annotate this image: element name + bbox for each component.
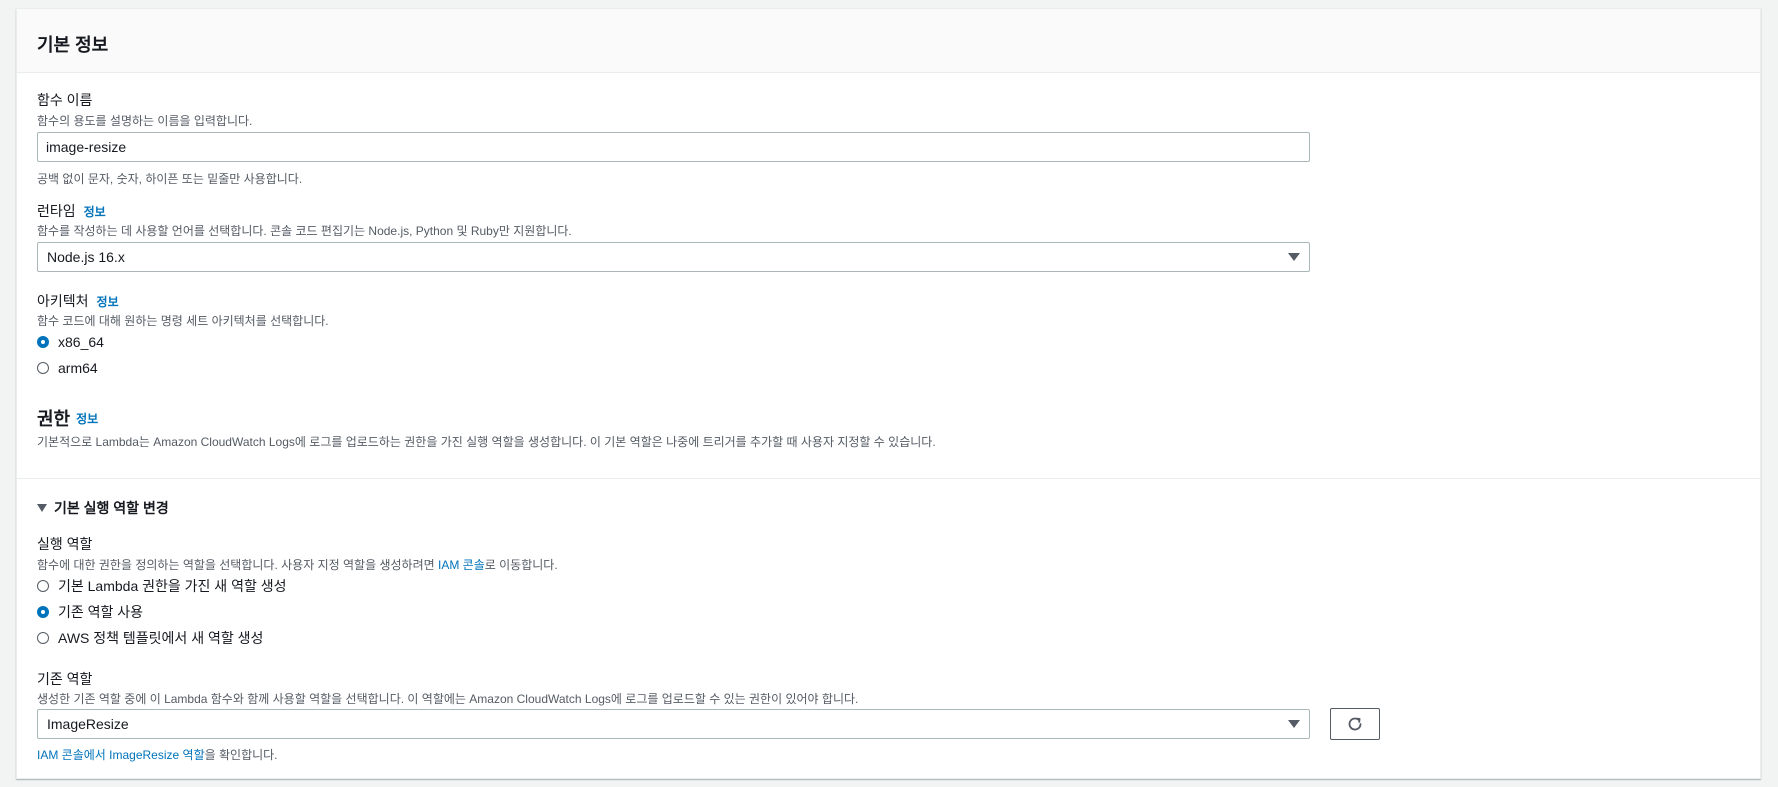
change-execution-role-label: 기본 실행 역할 변경: [54, 500, 169, 516]
radio-unchecked-icon: [37, 632, 49, 644]
architecture-description: 함수 코드에 대해 원하는 명령 세트 아키텍처를 선택합니다.: [37, 314, 329, 328]
architecture-option-arm64[interactable]: arm64: [37, 358, 98, 378]
execution-role-description-text: 함수에 대한 권한을 정의하는 역할을 선택합니다. 사용자 지정 역할을 생성…: [37, 558, 438, 572]
panel-title: 기본 정보: [37, 35, 109, 55]
function-name-hint: 공백 없이 문자, 숫자, 하이픈 또는 밑줄만 사용합니다.: [37, 172, 303, 186]
execution-role-description-suffix: 로 이동합니다.: [484, 558, 558, 572]
basic-info-panel: 기본 정보 함수 이름 함수의 용도를 설명하는 이름을 입력합니다. 공백 없…: [16, 8, 1761, 779]
runtime-select[interactable]: Node.js 16.x: [37, 242, 1310, 272]
permissions-info-link[interactable]: 정보: [76, 410, 98, 427]
role-option-label: AWS 정책 템플릿에서 새 역할 생성: [58, 630, 264, 646]
existing-role-select[interactable]: ImageResize: [37, 709, 1310, 739]
execution-role-description: 함수에 대한 권한을 정의하는 역할을 선택합니다. 사용자 지정 역할을 생성…: [37, 556, 558, 573]
existing-role-footer: IAM 콘솔에서 ImageResize 역할을 확인합니다.: [37, 746, 278, 763]
role-option-from-template[interactable]: AWS 정책 템플릿에서 새 역할 생성: [37, 628, 263, 648]
architecture-info-link[interactable]: 정보: [97, 293, 119, 310]
runtime-selected-value: Node.js 16.x: [47, 249, 125, 265]
function-name-description: 함수의 용도를 설명하는 이름을 입력합니다.: [37, 114, 253, 128]
function-name-input[interactable]: [37, 132, 1310, 162]
runtime-label-row: 런타임 정보: [37, 201, 106, 221]
role-option-create-basic[interactable]: 기본 Lambda 권한을 가진 새 역할 생성: [37, 576, 287, 596]
architecture-label-row: 아키텍처 정보: [37, 291, 119, 311]
panel-header: 기본 정보: [17, 9, 1760, 73]
role-option-use-existing[interactable]: 기존 역할 사용: [37, 602, 143, 622]
refresh-icon: [1348, 717, 1362, 731]
architecture-option-label: arm64: [58, 360, 98, 376]
execution-role-label: 실행 역할: [37, 536, 93, 552]
existing-role-footer-suffix: 을 확인합니다.: [204, 748, 278, 762]
caret-down-icon: [1288, 720, 1300, 728]
architecture-option-x86-64[interactable]: x86_64: [37, 332, 104, 352]
role-option-label: 기본 Lambda 권한을 가진 새 역할 생성: [58, 578, 287, 594]
architecture-option-label: x86_64: [58, 334, 104, 350]
runtime-label: 런타임: [37, 203, 76, 219]
refresh-roles-button[interactable]: [1330, 708, 1380, 740]
radio-unchecked-icon: [37, 362, 49, 374]
permissions-title-row: 권한 정보: [37, 405, 98, 431]
radio-checked-icon: [37, 336, 49, 348]
existing-role-description: 생성한 기존 역할 중에 이 Lambda 함수와 함께 사용할 역할을 선택합…: [37, 692, 859, 706]
permissions-title: 권한: [37, 409, 71, 429]
permissions-description: 기본적으로 Lambda는 Amazon CloudWatch Logs에 로그…: [37, 435, 936, 449]
section-divider: [17, 478, 1760, 479]
function-name-label: 함수 이름: [37, 92, 93, 108]
existing-role-selected-value: ImageResize: [47, 716, 129, 732]
runtime-info-link[interactable]: 정보: [84, 203, 106, 220]
radio-checked-icon: [37, 606, 49, 618]
iam-console-link[interactable]: IAM 콘솔: [438, 558, 485, 572]
role-option-label: 기존 역할 사용: [58, 604, 144, 620]
change-execution-role-expander[interactable]: 기본 실행 역할 변경: [37, 498, 169, 518]
architecture-label: 아키텍처: [37, 293, 89, 309]
caret-down-icon: [1288, 253, 1300, 261]
runtime-description: 함수를 작성하는 데 사용할 언어를 선택합니다. 콘솔 코드 편집기는 Nod…: [37, 224, 572, 238]
existing-role-label: 기존 역할: [37, 671, 93, 687]
radio-unchecked-icon: [37, 580, 49, 592]
expand-triangle-icon: [37, 504, 47, 512]
view-role-in-iam-link[interactable]: IAM 콘솔에서 ImageResize 역할: [37, 748, 205, 762]
